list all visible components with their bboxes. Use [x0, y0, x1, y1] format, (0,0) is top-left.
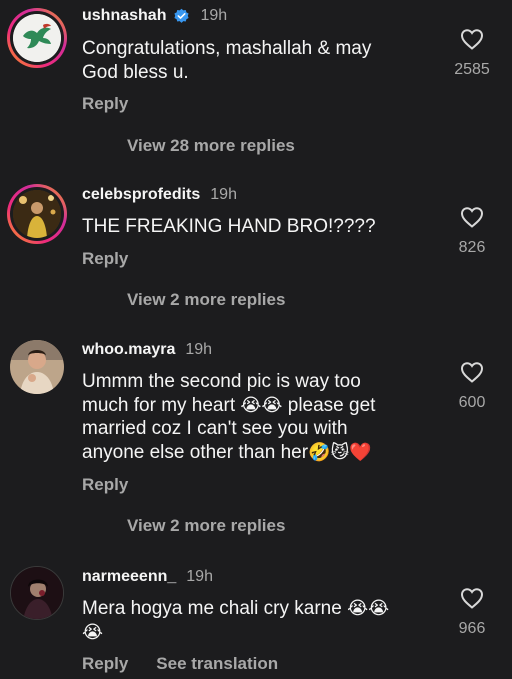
- comment-actions: Reply: [82, 475, 128, 495]
- comment-actions: Reply See translation: [82, 654, 278, 674]
- comment-actions: Reply: [82, 249, 128, 269]
- comment-line: God bless u.: [82, 61, 189, 83]
- comment-line-text: anyone else other than her: [82, 441, 309, 463]
- view-more-replies-button[interactable]: View 28 more replies: [127, 136, 295, 156]
- like-control: 966: [442, 587, 502, 638]
- profile-photo-icon: [10, 340, 64, 394]
- comment-line: much for my heart 😭😭 please get: [82, 394, 422, 418]
- username[interactable]: ushnashah: [82, 7, 166, 25]
- comment-line: Congratulations, mashallah & may: [82, 38, 372, 59]
- comment-line: THE FREAKING HAND BRO!????: [82, 216, 376, 237]
- crying-emoji: 😭: [82, 621, 104, 643]
- username[interactable]: narmeeenn_: [82, 568, 176, 586]
- timestamp: 19h: [210, 186, 237, 203]
- laughing-cat-heart-emoji: 🤣😼❤️: [308, 441, 372, 463]
- timestamp: 19h: [185, 341, 213, 358]
- like-count: 600: [458, 394, 486, 411]
- like-count: 966: [458, 620, 486, 637]
- dove-logo-icon: [13, 14, 61, 62]
- comment-line-text: please get: [287, 394, 376, 416]
- username[interactable]: whoo.mayra: [82, 341, 175, 359]
- comment-line: anyone else other than her🤣😼❤️: [82, 441, 422, 465]
- comment-line-text: much for my heart: [82, 394, 236, 416]
- avatar[interactable]: [7, 184, 67, 244]
- crying-emoji: 😭😭: [240, 394, 283, 416]
- comment-line-text: Mera hogya me chali cry karne: [82, 598, 342, 619]
- comment-header: whoo.mayra 19h: [82, 339, 212, 361]
- reply-button[interactable]: Reply: [82, 249, 128, 269]
- timestamp: 19h: [200, 7, 228, 24]
- timestamp: 19h: [186, 568, 213, 585]
- comment-text: Mera hogya me chali cry karne 😭😭 😭: [82, 597, 422, 644]
- like-control: 600: [442, 361, 502, 412]
- comment-actions: Reply: [82, 94, 128, 114]
- heart-outline-icon[interactable]: [460, 361, 484, 383]
- view-more-replies-button[interactable]: View 2 more replies: [127, 516, 285, 536]
- comment-header: celebsprofedits 19h: [82, 184, 237, 206]
- profile-photo-icon: [13, 190, 61, 238]
- reply-button[interactable]: Reply: [82, 654, 128, 674]
- see-translation-button[interactable]: See translation: [156, 654, 278, 674]
- comment-line: married coz I can't see you with: [82, 418, 348, 439]
- avatar[interactable]: [10, 340, 64, 394]
- comment-header: narmeeenn_ 19h: [82, 566, 213, 588]
- comment-line: Ummm the second pic is way too: [82, 371, 361, 392]
- comment-text: THE FREAKING HAND BRO!????: [82, 215, 422, 239]
- like-control: 826: [442, 206, 502, 257]
- verified-badge-icon: [174, 8, 190, 23]
- username[interactable]: celebsprofedits: [82, 186, 200, 204]
- heart-outline-icon[interactable]: [460, 206, 484, 228]
- avatar[interactable]: [10, 566, 64, 620]
- comment-header: ushnashah 19h: [82, 5, 227, 27]
- like-control: 2585: [442, 28, 502, 79]
- profile-photo-icon: [11, 567, 63, 619]
- heart-outline-icon[interactable]: [460, 587, 484, 609]
- view-more-replies-button[interactable]: View 2 more replies: [127, 290, 285, 310]
- crying-emoji: 😭😭: [347, 598, 390, 619]
- reply-button[interactable]: Reply: [82, 475, 128, 495]
- avatar[interactable]: [7, 8, 67, 68]
- heart-outline-icon[interactable]: [460, 28, 484, 50]
- comment-line: Mera hogya me chali cry karne 😭😭: [82, 597, 422, 621]
- comment-text: Congratulations, mashallah & may God ble…: [82, 37, 422, 84]
- like-count: 2585: [454, 61, 490, 78]
- comment-line: 😭: [82, 621, 422, 645]
- like-count: 826: [458, 239, 486, 256]
- comment-text: Ummm the second pic is way too much for …: [82, 370, 422, 464]
- reply-button[interactable]: Reply: [82, 94, 128, 114]
